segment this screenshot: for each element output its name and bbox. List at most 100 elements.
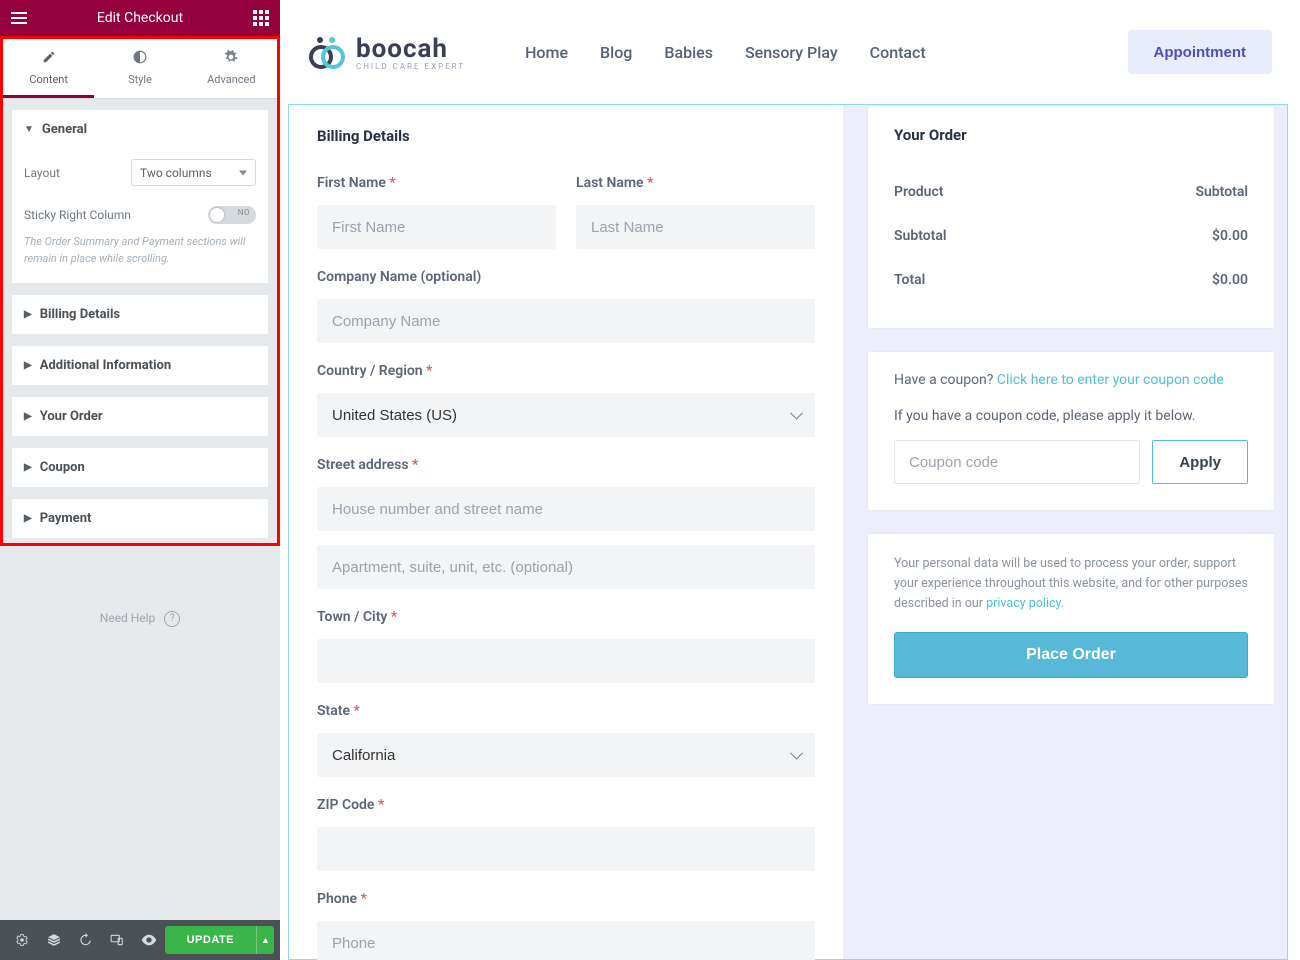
nav-home[interactable]: Home xyxy=(525,43,568,62)
main-nav: Home Blog Babies Sensory Play Contact xyxy=(525,43,926,62)
preview-canvas: boocah CHILD CARE EXPERT Home Blog Babie… xyxy=(280,0,1300,960)
coupon-prompt: Have a coupon? Click here to enter your … xyxy=(894,372,1248,388)
street-label: Street address * xyxy=(317,457,815,473)
caret-right-icon: ▶ xyxy=(24,513,32,524)
coupon-input[interactable] xyxy=(894,440,1140,484)
editor-tabs: Content Style Advanced xyxy=(3,39,277,99)
tab-content-label: Content xyxy=(29,73,68,86)
settings-icon[interactable] xyxy=(6,920,38,960)
tab-advanced[interactable]: Advanced xyxy=(186,39,277,98)
payment-box: Your personal data will be used to proce… xyxy=(867,533,1275,705)
logo-icon xyxy=(308,35,346,69)
appointment-button[interactable]: Appointment xyxy=(1128,30,1272,74)
section-payment-head[interactable]: ▶ Payment xyxy=(12,499,268,538)
street1-input[interactable] xyxy=(317,487,815,531)
first-name-input[interactable] xyxy=(317,205,556,249)
gear-icon xyxy=(186,49,277,68)
need-help-label: Need Help xyxy=(100,611,156,625)
company-input[interactable] xyxy=(317,299,815,343)
tab-content[interactable]: Content xyxy=(3,39,94,98)
nav-contact[interactable]: Contact xyxy=(870,43,926,62)
caret-right-icon: ▶ xyxy=(24,309,32,320)
nav-sensory-play[interactable]: Sensory Play xyxy=(745,43,838,62)
brand-name: boocah xyxy=(356,34,465,64)
row-sticky: Sticky Right Column NO xyxy=(24,196,256,234)
company-label: Company Name (optional) xyxy=(317,269,815,285)
section-your-order-head[interactable]: ▶ Your Order xyxy=(12,397,268,436)
coupon-prompt-link[interactable]: Click here to enter your coupon code xyxy=(997,372,1224,388)
section-billing-head[interactable]: ▶ Billing Details xyxy=(12,295,268,334)
section-coupon: ▶ Coupon xyxy=(11,447,269,488)
tab-advanced-label: Advanced xyxy=(207,73,255,86)
menu-icon[interactable] xyxy=(10,9,28,27)
nav-blog[interactable]: Blog xyxy=(600,43,632,62)
order-total-label: Total xyxy=(894,272,925,288)
order-subtotal-row: Subtotal $0.00 xyxy=(894,214,1248,258)
apps-icon[interactable] xyxy=(252,9,270,27)
update-button[interactable]: UPDATE xyxy=(165,926,256,954)
zip-label: ZIP Code * xyxy=(317,797,815,813)
section-your-order-title: Your Order xyxy=(40,409,103,424)
state-select[interactable] xyxy=(317,733,815,777)
preview-icon[interactable] xyxy=(133,920,165,960)
order-subtotal-label: Subtotal xyxy=(894,228,947,244)
order-total-value: $0.00 xyxy=(1212,272,1248,288)
apply-coupon-button[interactable]: Apply xyxy=(1152,440,1248,484)
caret-down-icon: ▼ xyxy=(24,124,34,135)
need-help-link[interactable]: Need Help ? xyxy=(0,611,280,627)
last-name-label: Last Name * xyxy=(576,175,815,191)
tab-style[interactable]: Style xyxy=(94,39,185,98)
phone-input[interactable] xyxy=(317,921,815,960)
section-general-head[interactable]: ▼ General xyxy=(12,110,268,149)
update-button-group: UPDATE ▲ xyxy=(165,926,274,954)
responsive-icon[interactable] xyxy=(101,920,133,960)
place-order-button[interactable]: Place Order xyxy=(894,632,1248,678)
state-label: State * xyxy=(317,703,815,719)
section-coupon-title: Coupon xyxy=(40,460,85,475)
country-select[interactable] xyxy=(317,393,815,437)
brand-tagline: CHILD CARE EXPERT xyxy=(356,62,465,71)
section-additional-title: Additional Information xyxy=(40,358,171,373)
layout-label: Layout xyxy=(24,166,60,180)
navigator-icon[interactable] xyxy=(38,920,70,960)
sidebar-header: Edit Checkout xyxy=(0,0,280,36)
city-input[interactable] xyxy=(317,639,815,683)
layout-select[interactable]: Two columns xyxy=(131,159,256,186)
privacy-text: Your personal data will be used to proce… xyxy=(894,554,1248,614)
tab-style-label: Style xyxy=(128,73,152,86)
pencil-icon xyxy=(3,49,94,68)
street2-input[interactable] xyxy=(317,545,815,589)
nav-babies[interactable]: Babies xyxy=(664,43,713,62)
sticky-toggle[interactable]: NO xyxy=(208,206,256,224)
city-label: Town / City * xyxy=(317,609,815,625)
caret-right-icon: ▶ xyxy=(24,360,32,371)
section-coupon-head[interactable]: ▶ Coupon xyxy=(12,448,268,487)
site-header: boocah CHILD CARE EXPERT Home Blog Babie… xyxy=(280,0,1300,104)
caret-right-icon: ▶ xyxy=(24,462,32,473)
site-logo[interactable]: boocah CHILD CARE EXPERT xyxy=(308,34,465,71)
help-icon: ? xyxy=(164,611,180,627)
toggle-state-label: NO xyxy=(238,208,250,217)
section-payment: ▶ Payment xyxy=(11,498,269,539)
section-additional-head[interactable]: ▶ Additional Information xyxy=(12,346,268,385)
order-product-head: Product xyxy=(894,184,943,200)
coupon-box: Have a coupon? Click here to enter your … xyxy=(867,351,1275,511)
history-icon[interactable] xyxy=(69,920,101,960)
zip-input[interactable] xyxy=(317,827,815,871)
privacy-pre: Your personal data will be used to proce… xyxy=(894,556,1248,611)
order-column: Your Order Product Subtotal Subtotal $0.… xyxy=(867,105,1287,959)
sticky-label: Sticky Right Column xyxy=(24,208,131,222)
row-layout: Layout Two columns xyxy=(24,149,256,196)
last-name-input[interactable] xyxy=(576,205,815,249)
billing-details-card: Billing Details First Name * Last Name * xyxy=(289,105,843,959)
layout-select-value: Two columns xyxy=(140,166,212,180)
section-general-title: General xyxy=(42,122,87,137)
sidebar-footer: UPDATE ▲ xyxy=(0,920,280,960)
your-order-box: Your Order Product Subtotal Subtotal $0.… xyxy=(867,105,1275,329)
order-subtotal-value: $0.00 xyxy=(1212,228,1248,244)
update-dropdown-caret[interactable]: ▲ xyxy=(256,926,274,954)
privacy-policy-link[interactable]: privacy policy xyxy=(986,596,1061,611)
editor-sidebar: Edit Checkout Content Style xyxy=(0,0,280,960)
section-billing-details: ▶ Billing Details xyxy=(11,294,269,335)
order-total-row: Total $0.00 xyxy=(894,258,1248,302)
